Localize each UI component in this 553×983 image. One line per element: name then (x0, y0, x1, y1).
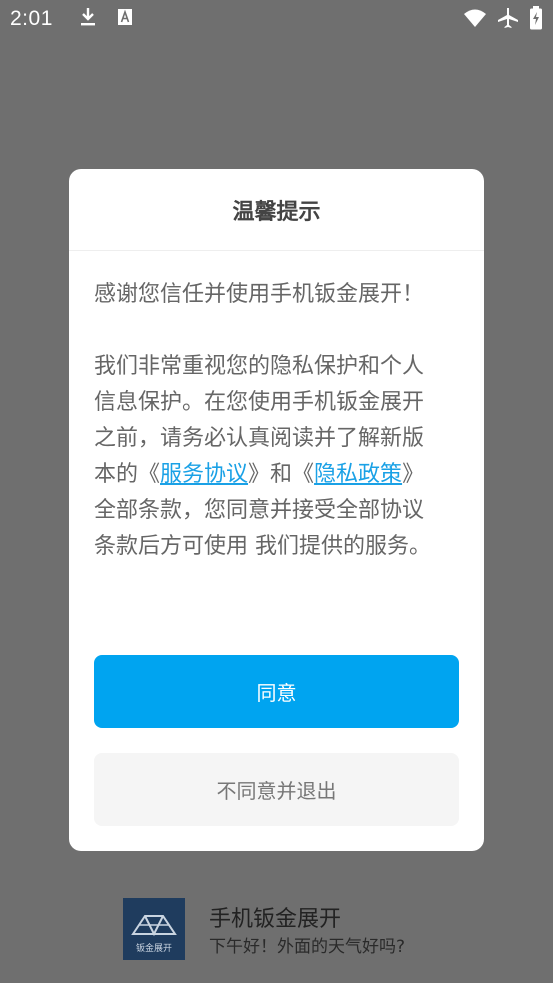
app-name: 手机钣金展开 (209, 907, 342, 932)
privacy-policy-link[interactable]: 隐私政策 (314, 462, 402, 487)
battery-charging-icon (529, 6, 543, 34)
agree-button[interactable]: 同意 (94, 655, 459, 728)
download-icon (79, 7, 97, 31)
welcome-paragraph: 感谢您信任并使用手机钣金展开！ (94, 282, 425, 307)
dialog-body: 感谢您信任并使用手机钣金展开！ 我们非常重视您的隐私保护和个人信息保护。在您使用… (94, 277, 444, 601)
status-time: 2:01 (10, 7, 53, 30)
app-greeting: 下午好！外面的天气好吗? (209, 937, 406, 957)
a-badge-icon (117, 8, 133, 30)
app-logo-text: 钣金展开 (135, 944, 172, 954)
status-right-icons (463, 6, 543, 34)
privacy-dialog: 温馨提示 感谢您信任并使用手机钣金展开！ 我们非常重视您的隐私保护和个人信息保护… (69, 169, 484, 851)
privacy-paragraph: 我们非常重视您的隐私保护和个人信息保护。在您使用手机钣金展开之前，请务必认真阅读… (94, 349, 444, 565)
wifi-icon (463, 8, 487, 32)
dialog-title: 温馨提示 (69, 169, 484, 251)
privacy-text-middle: 》和《 (248, 462, 315, 487)
app-logo: 钣金展开 (123, 898, 185, 960)
status-left-icons (79, 7, 133, 31)
airplane-icon (497, 7, 519, 33)
status-bar: 2:01 (0, 0, 553, 38)
disagree-exit-button[interactable]: 不同意并退出 (94, 753, 459, 826)
service-agreement-link[interactable]: 服务协议 (160, 462, 248, 487)
